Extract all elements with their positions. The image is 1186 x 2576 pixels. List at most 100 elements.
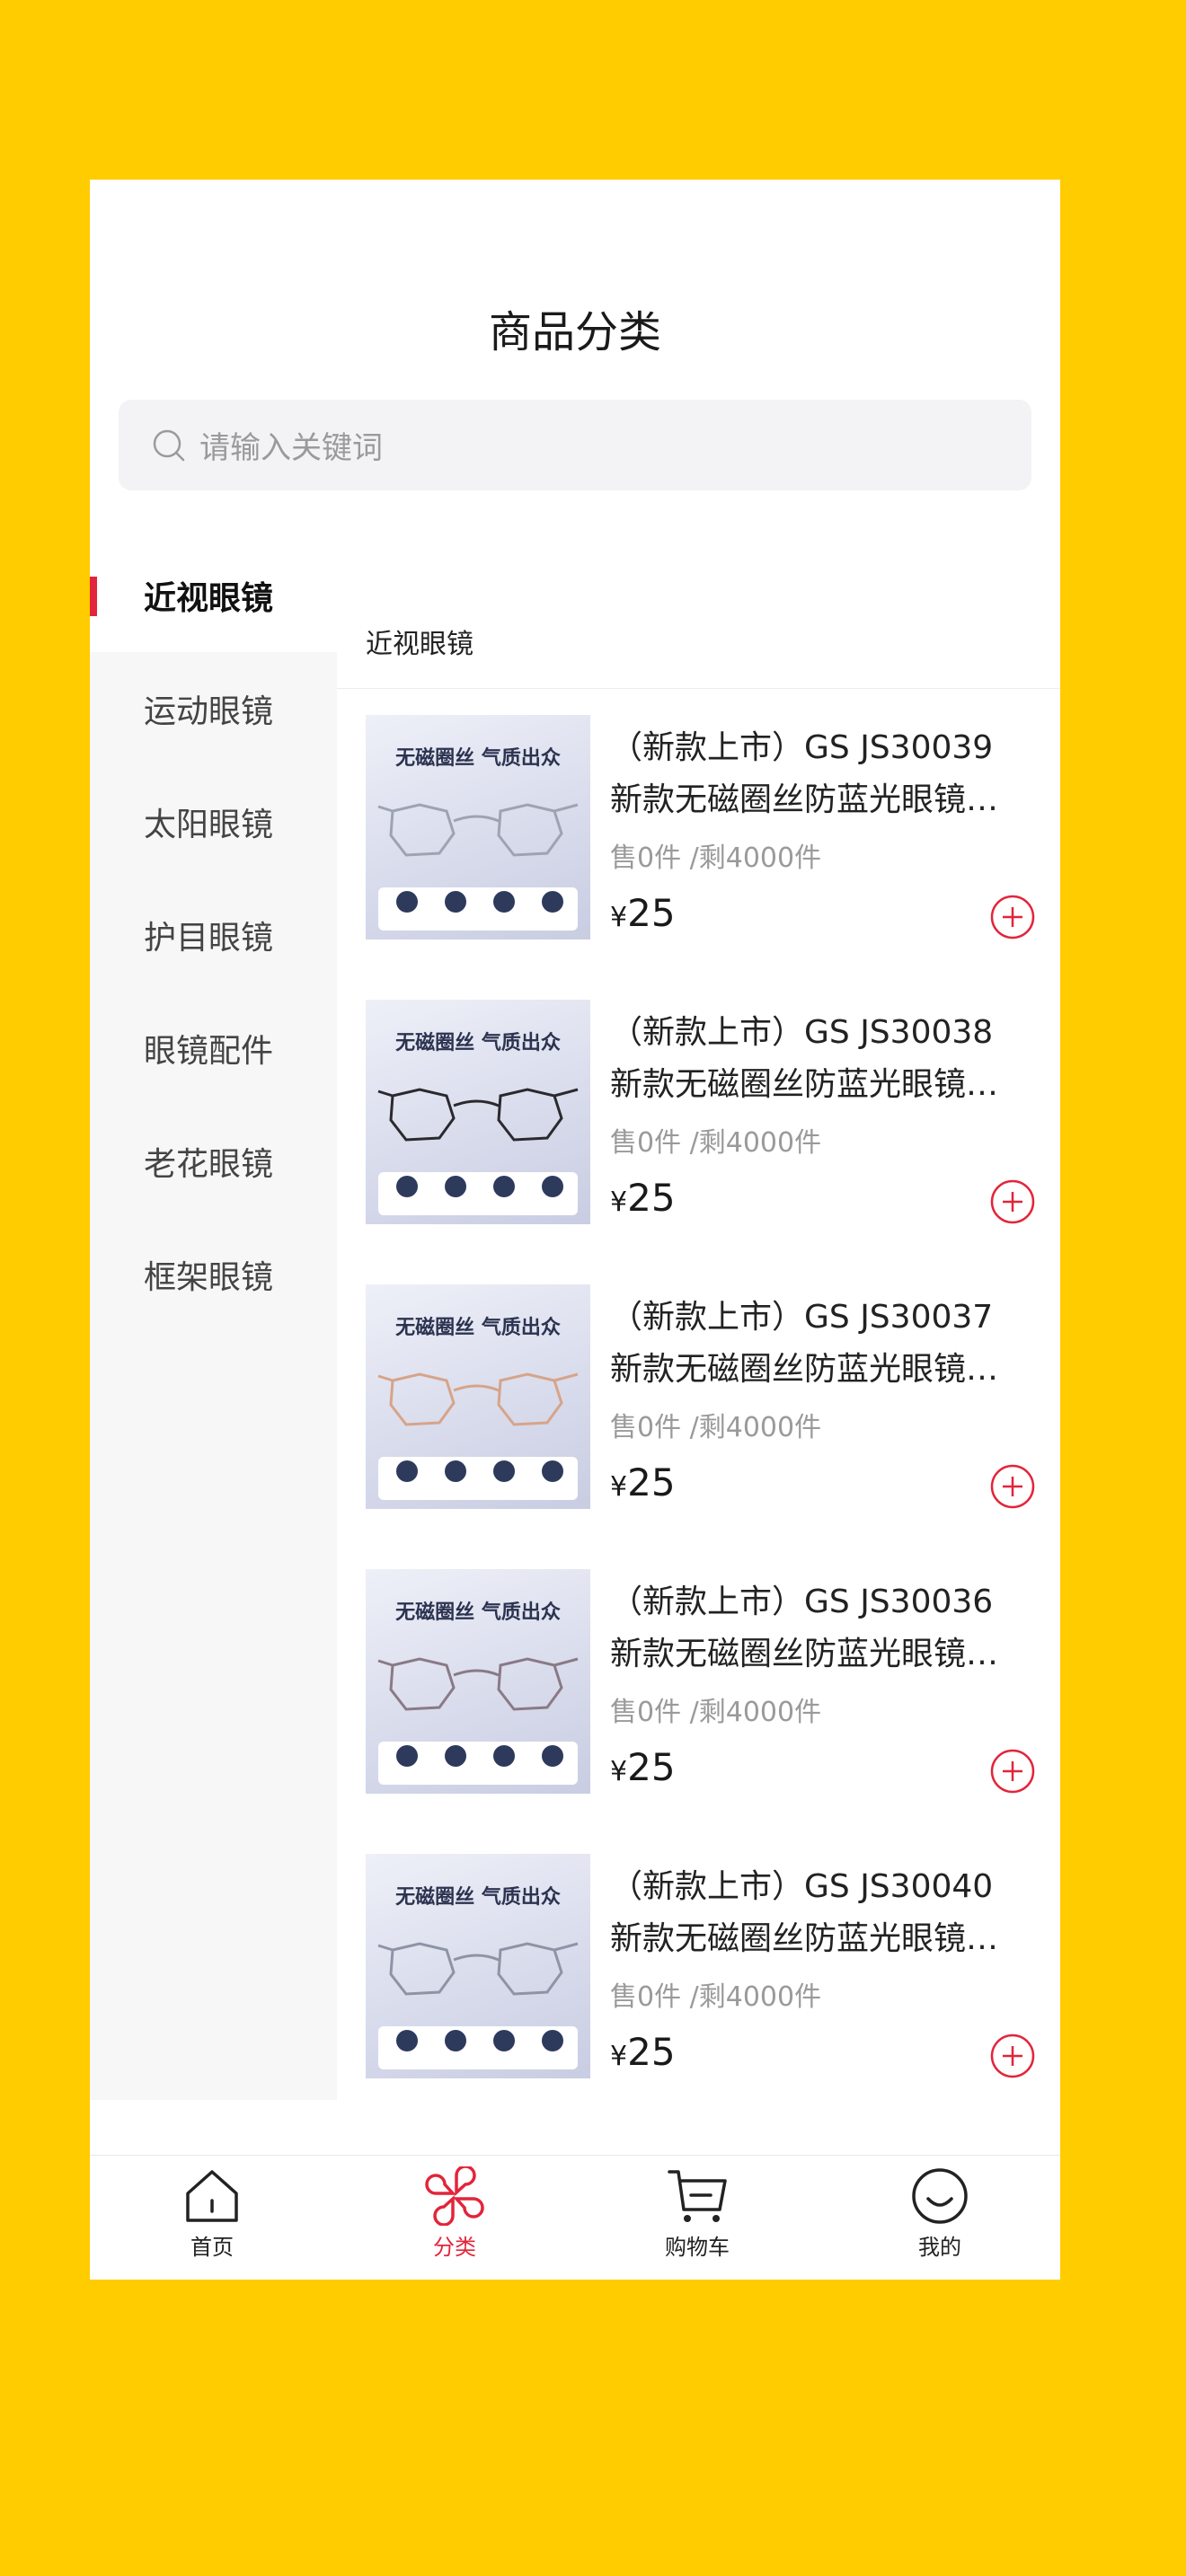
sidebar-item-goggles[interactable]: 护目眼镜: [90, 878, 337, 992]
product-price: ¥25: [610, 1176, 676, 1220]
feature-icon: [445, 1460, 466, 1482]
sidebar-item-label: 眼镜配件: [144, 1033, 274, 1070]
currency-symbol: ¥: [610, 1187, 628, 1218]
product-image[interactable]: 无磁圈丝 气质出众: [366, 1000, 590, 1224]
sidebar-item-label: 老花眼镜: [144, 1146, 274, 1183]
tab-label: 分类: [433, 2235, 476, 2260]
product-name[interactable]: （新款上市）GS JS30037 新款无磁圈丝防蓝光眼镜…: [610, 1292, 1032, 1396]
sidebar-item-label: 近视眼镜: [144, 580, 274, 617]
product-price: ¥25: [610, 1745, 676, 1789]
search-bar[interactable]: 请输入关键词: [119, 400, 1031, 490]
product-image[interactable]: 无磁圈丝 气质出众: [366, 715, 590, 940]
add-to-cart-icon[interactable]: [990, 1464, 1035, 1509]
feature-icon: [542, 891, 563, 913]
product-card[interactable]: 无磁圈丝 气质出众 （新款上市）GS JS30038 新款无磁圈丝防蓝光眼镜… …: [366, 1000, 1035, 1224]
tab-category[interactable]: 分类: [365, 2166, 544, 2261]
add-to-cart-icon[interactable]: [990, 1749, 1035, 1794]
product-price: ¥25: [610, 1460, 676, 1504]
product-name-line1: （新款上市）GS JS30040: [610, 1868, 994, 1905]
glasses-image: [377, 1942, 579, 1996]
feature-icon: [445, 2030, 466, 2051]
product-image[interactable]: 无磁圈丝 气质出众: [366, 1569, 590, 1794]
glasses-image: [377, 1088, 579, 1142]
price-value: 25: [627, 2030, 676, 2074]
feature-icon: [445, 1745, 466, 1767]
price-value: 25: [627, 1176, 676, 1220]
currency-symbol: ¥: [610, 2041, 628, 2072]
sidebar-item-sports[interactable]: 运动眼镜: [90, 652, 337, 765]
product-name[interactable]: （新款上市）GS JS30038 新款无磁圈丝防蓝光眼镜…: [610, 1007, 1032, 1111]
tab-home[interactable]: 首页: [122, 2166, 302, 2261]
tab-cart[interactable]: 购物车: [607, 2166, 787, 2261]
image-caption: 无磁圈丝 气质出众: [395, 747, 561, 770]
add-to-cart-icon[interactable]: [990, 895, 1035, 940]
product-image[interactable]: 无磁圈丝 气质出众: [366, 1284, 590, 1509]
divider: [337, 688, 1060, 689]
product-stock: 售0件 /剩4000件: [610, 1697, 822, 1728]
price-value: 25: [627, 891, 676, 935]
product-card[interactable]: 无磁圈丝 气质出众 （新款上市）GS JS30039 新款无磁圈丝防蓝光眼镜… …: [366, 715, 1035, 940]
product-name[interactable]: （新款上市）GS JS30039 新款无磁圈丝防蓝光眼镜…: [610, 722, 1032, 826]
feature-icon: [445, 891, 466, 913]
image-caption: 无磁圈丝 气质出众: [395, 1601, 561, 1624]
search-input[interactable]: 请输入关键词: [199, 423, 383, 467]
tab-label: 首页: [190, 2235, 234, 2260]
feature-icon: [493, 2030, 515, 2051]
tab-profile[interactable]: 我的: [850, 2166, 1030, 2261]
sidebar-item-label: 护目眼镜: [144, 920, 274, 957]
feature-icon: [493, 1745, 515, 1767]
app-screen: 商品分类 请输入关键词 近视眼镜 运动眼镜 太阳眼镜 护目眼镜 眼镜配件 老花眼…: [90, 180, 1060, 2280]
image-caption: 无磁圈丝 气质出众: [395, 1317, 561, 1339]
sidebar-item-sunglasses[interactable]: 太阳眼镜: [90, 765, 337, 878]
tab-label: 我的: [918, 2235, 961, 2260]
search-icon: [153, 429, 185, 461]
feature-icon: [542, 1745, 563, 1767]
glasses-image: [377, 1657, 579, 1711]
sidebar-item-label: 运动眼镜: [144, 693, 274, 730]
product-stock: 售0件 /剩4000件: [610, 1127, 822, 1159]
feature-icon: [542, 1460, 563, 1482]
product-name-line1: （新款上市）GS JS30037: [610, 1299, 994, 1336]
product-name-line2: 新款无磁圈丝防蓝光眼镜…: [610, 1920, 999, 1957]
product-stock: 售0件 /剩4000件: [610, 1412, 822, 1443]
sidebar-item-reading[interactable]: 老花眼镜: [90, 1105, 337, 1218]
sidebar-item-label: 太阳眼镜: [144, 807, 274, 843]
profile-icon: [912, 2168, 968, 2224]
product-card[interactable]: 无磁圈丝 气质出众 （新款上市）GS JS30036 新款无磁圈丝防蓝光眼镜… …: [366, 1569, 1035, 1794]
bottom-tab-bar: 首页 分类 购物车 我的: [90, 2155, 1060, 2280]
price-value: 25: [627, 1745, 676, 1789]
product-card[interactable]: 无磁圈丝 气质出众 （新款上市）GS JS30040 新款无磁圈丝防蓝光眼镜… …: [366, 1854, 1035, 2078]
product-image[interactable]: 无磁圈丝 气质出众: [366, 1854, 590, 2078]
feature-icon: [493, 1460, 515, 1482]
product-card[interactable]: 无磁圈丝 气质出众 （新款上市）GS JS30037 新款无磁圈丝防蓝光眼镜… …: [366, 1284, 1035, 1509]
image-caption: 无磁圈丝 气质出众: [395, 1886, 561, 1909]
cart-icon: [668, 2170, 727, 2222]
home-icon: [186, 2170, 238, 2222]
image-caption: 无磁圈丝 气质出众: [395, 1032, 561, 1054]
product-stock: 售0件 /剩4000件: [610, 842, 822, 874]
glasses-image: [377, 803, 579, 857]
product-list: 近视眼镜 无磁圈丝 气质出众 （新款上市）GS JS30039 新款无磁圈丝防蓝…: [337, 539, 1060, 2100]
feature-icon: [396, 1745, 418, 1767]
product-price: ¥25: [610, 891, 676, 935]
sidebar-item-myopia[interactable]: 近视眼镜: [90, 539, 337, 652]
product-name-line2: 新款无磁圈丝防蓝光眼镜…: [610, 1351, 999, 1388]
sidebar-item-frames[interactable]: 框架眼镜: [90, 1218, 337, 1331]
product-name[interactable]: （新款上市）GS JS30040 新款无磁圈丝防蓝光眼镜…: [610, 1861, 1032, 1965]
product-price: ¥25: [610, 2030, 676, 2074]
add-to-cart-icon[interactable]: [990, 2033, 1035, 2078]
product-name-line2: 新款无磁圈丝防蓝光眼镜…: [610, 1636, 999, 1672]
feature-icon: [396, 2030, 418, 2051]
page-title: 商品分类: [488, 307, 661, 357]
feature-icon: [396, 1176, 418, 1197]
currency-symbol: ¥: [610, 1756, 628, 1787]
product-name[interactable]: （新款上市）GS JS30036 新款无磁圈丝防蓝光眼镜…: [610, 1576, 1032, 1681]
sidebar-item-accessories[interactable]: 眼镜配件: [90, 992, 337, 1105]
add-to-cart-icon[interactable]: [990, 1179, 1035, 1224]
product-name-line2: 新款无磁圈丝防蓝光眼镜…: [610, 781, 999, 818]
sidebar-item-label: 框架眼镜: [144, 1259, 274, 1296]
category-icon: [425, 2166, 484, 2226]
category-sidebar: 近视眼镜 运动眼镜 太阳眼镜 护目眼镜 眼镜配件 老花眼镜 框架眼镜: [90, 539, 337, 2100]
product-name-line2: 新款无磁圈丝防蓝光眼镜…: [610, 1066, 999, 1103]
feature-icon: [542, 1176, 563, 1197]
